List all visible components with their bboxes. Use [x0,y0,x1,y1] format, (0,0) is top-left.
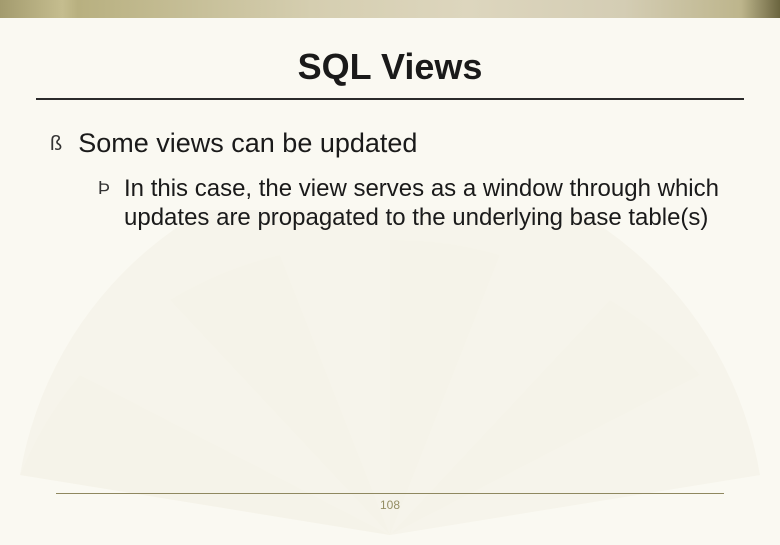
slide-content: ß Some views can be updated Þ In this ca… [50,128,736,233]
page-number: 108 [0,498,780,512]
bullet-l1-text: Some views can be updated [78,128,417,160]
fan-background-art [0,210,780,540]
footer-rule [56,493,724,494]
bullet-level-2: Þ In this case, the view serves as a win… [98,174,736,233]
bullet-arrow-icon: ß [50,128,62,160]
decorative-top-bar [0,0,780,18]
title-underline [36,98,744,100]
slide-title: SQL Views [0,46,780,88]
bullet-sub-icon: Þ [98,174,110,233]
bullet-level-1: ß Some views can be updated [50,128,736,160]
bullet-l2-text: In this case, the view serves as a windo… [124,174,736,233]
